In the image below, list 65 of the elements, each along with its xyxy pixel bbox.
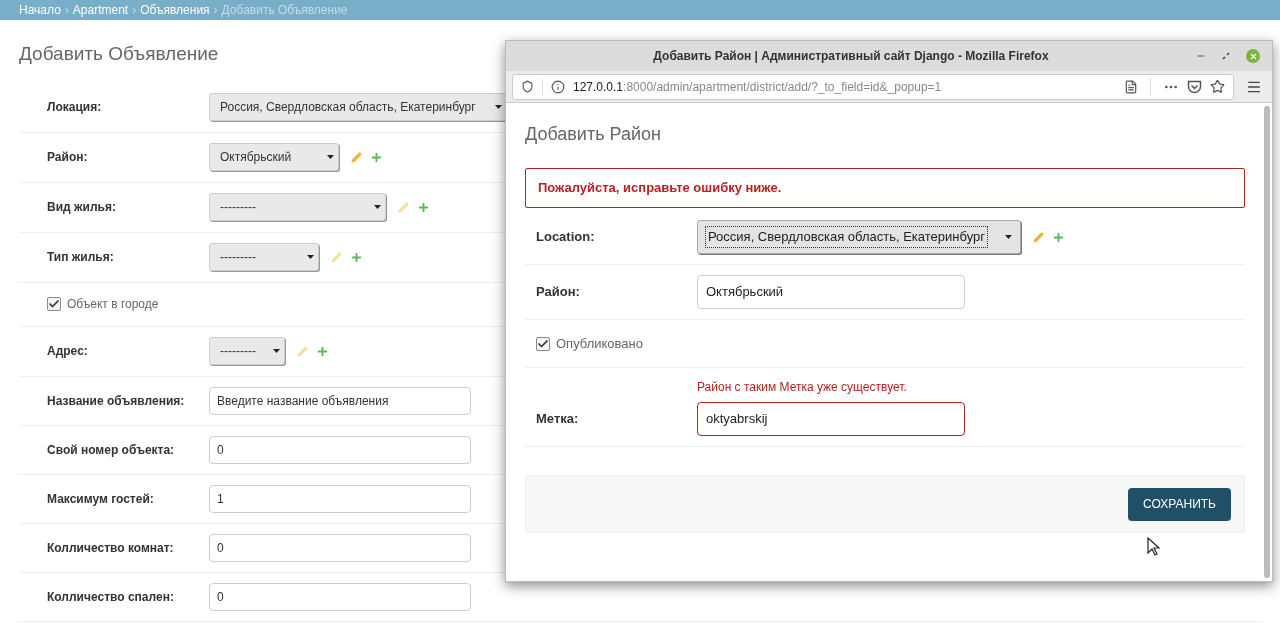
select-field[interactable]: Россия, Свердловская область, Екатеринбург xyxy=(697,220,1021,254)
text-input[interactable]: 1 xyxy=(209,484,471,513)
text-input[interactable]: oktyabrskij xyxy=(697,402,965,436)
page-title: Добавить Объявление xyxy=(19,42,219,66)
text-input[interactable]: 0 xyxy=(209,533,471,562)
url-text: 127.0.0.1:8000/admin/apartment/district/add/?_to_field=id&_popup=1 xyxy=(573,78,942,96)
star-icon[interactable] xyxy=(1210,79,1225,94)
field-label: Район: xyxy=(536,283,581,302)
select-field[interactable]: --------- xyxy=(209,337,285,365)
breadcrumb-separator: › xyxy=(213,2,218,19)
restore-icon[interactable] xyxy=(1222,52,1230,60)
select-field[interactable]: --------- xyxy=(209,193,386,221)
field-label: Район: xyxy=(47,149,89,166)
text-input[interactable]: 0 xyxy=(209,435,471,464)
caret-icon xyxy=(327,155,334,159)
checkbox[interactable] xyxy=(536,336,550,351)
caret-icon xyxy=(1005,235,1012,239)
select-field[interactable]: Россия, Свердловская область, Екатеринбург xyxy=(209,93,507,121)
cursor-icon xyxy=(1147,537,1160,556)
popup-page-title: Добавить Район xyxy=(525,123,662,146)
text-input[interactable]: Октябрьский xyxy=(697,275,965,309)
pencil-icon[interactable] xyxy=(1033,231,1044,243)
error-message: Район с таким Метка уже существует. xyxy=(697,379,907,396)
save-button[interactable]: СОХРАНИТЬ xyxy=(1128,487,1231,521)
shield-icon[interactable] xyxy=(521,80,534,93)
checkbox[interactable] xyxy=(47,297,61,311)
check-icon xyxy=(48,298,60,310)
field-label: Location: xyxy=(536,228,596,247)
field-label: Колличество спален: xyxy=(47,588,175,606)
plus-icon[interactable] xyxy=(417,200,430,214)
reader-view-icon[interactable] xyxy=(1124,79,1138,94)
select-field[interactable]: Октябрьский xyxy=(209,143,339,171)
caret-icon xyxy=(495,105,502,109)
plus-icon[interactable] xyxy=(1052,230,1065,244)
pocket-icon[interactable] xyxy=(1187,79,1202,94)
field-label: Тип жилья: xyxy=(47,249,115,266)
caret-icon xyxy=(307,255,314,259)
checkbox-label: Опубликовано xyxy=(556,334,643,353)
field-label: Адрес: xyxy=(47,343,89,360)
field-label: Колличество комнат: xyxy=(47,539,175,557)
field-label: Локация: xyxy=(47,99,103,116)
text-input[interactable]: Введите название объявления xyxy=(209,386,471,415)
breadcrumb-separator: › xyxy=(64,2,69,19)
caret-icon xyxy=(273,349,280,353)
field-label: Вид жилья: xyxy=(47,199,117,216)
window-title: Добавить Район | Административный сайт Django - Mozilla Firefox xyxy=(652,48,1050,65)
field-label: Метка: xyxy=(536,410,580,429)
breadcrumb-separator: › xyxy=(132,2,137,19)
caret-icon xyxy=(374,205,381,209)
plus-icon[interactable] xyxy=(316,344,329,358)
pencil-icon[interactable] xyxy=(351,151,362,163)
checkbox-label: Объект в городе xyxy=(67,296,159,313)
text-input[interactable]: 0 xyxy=(209,582,471,611)
plus-icon[interactable] xyxy=(350,250,363,264)
select-field[interactable]: --------- xyxy=(209,243,319,271)
error-note: Пожалуйста, исправьте ошибку ниже. xyxy=(525,168,1245,208)
field-label: Название объявления: xyxy=(47,392,186,410)
scrollbar[interactable] xyxy=(1264,106,1270,578)
check-icon xyxy=(537,337,549,350)
info-icon[interactable] xyxy=(551,79,565,94)
close-icon[interactable] xyxy=(1246,49,1260,63)
url-bar[interactable]: 127.0.0.1:8000/admin/apartment/district/add/?_to_field=id&_popup=1 xyxy=(512,73,1234,100)
field-label: Максимум гостей: xyxy=(47,490,155,508)
plus-icon[interactable] xyxy=(370,150,383,164)
field-label: Свой номер объекта: xyxy=(47,441,176,459)
